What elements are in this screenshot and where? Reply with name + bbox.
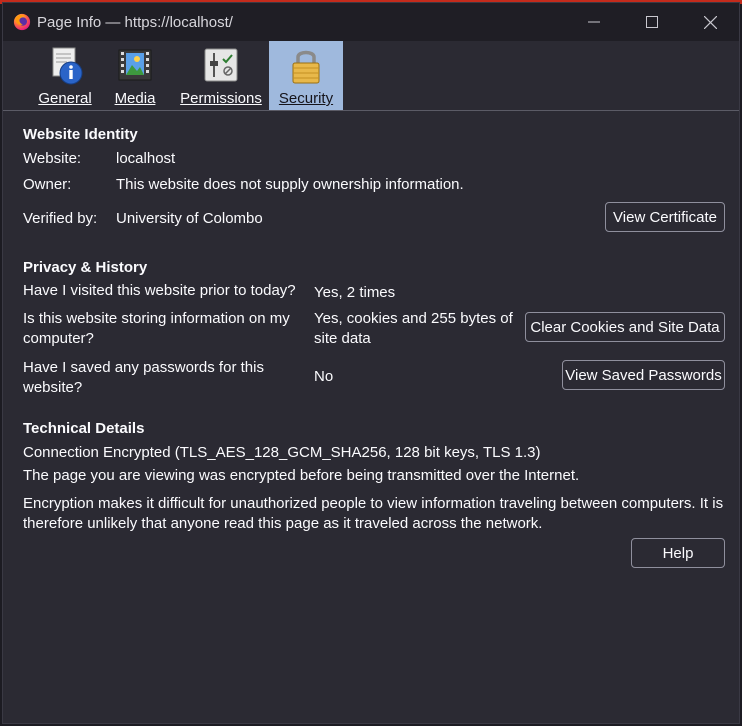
passwords-answer: No [314,368,334,385]
tab-security[interactable]: Security [269,41,343,110]
website-label: Website: [23,150,82,167]
tab-strip: General Media Permissions Security [3,41,739,110]
minimize-button[interactable] [565,3,623,41]
maximize-button[interactable] [623,3,681,41]
close-icon [703,15,717,29]
tab-media[interactable]: Media [111,41,159,110]
connection-details: Connection Encrypted (TLS_AES_128_GCM_SH… [23,444,541,461]
close-button[interactable] [681,3,739,41]
tab-permissions-label: Permissions [180,90,262,107]
storing-answer: Yes, cookies and 255 bytes of site data [314,310,513,347]
storing-question: Is this website storing information on m… [23,310,290,347]
media-icon [118,49,152,81]
minimize-icon [588,21,600,23]
page-info-window: Page Info — https://localhost/ General M… [2,2,740,724]
privacy-history-heading: Privacy & History [23,259,148,276]
view-certificate-button[interactable]: View Certificate [605,202,725,232]
tab-permissions[interactable]: Permissions [177,41,265,110]
owner-label: Owner: [23,176,72,193]
info-icon [52,47,83,85]
tab-media-label: Media [114,90,156,107]
clear-cookies-button[interactable]: Clear Cookies and Site Data [525,312,725,342]
passwords-question: Have I saved any passwords for this webs… [23,359,264,396]
visited-answer: Yes, 2 times [314,284,396,301]
website-value: localhost [116,150,176,167]
encryption-line-1: The page you are viewing was encrypted b… [23,467,580,484]
verified-by-value: University of Colombo [116,210,263,227]
padlock-icon [292,50,320,84]
tab-general[interactable]: General [33,41,97,110]
verified-by-label: Verified by: [23,210,98,227]
visited-question: Have I visited this website prior to tod… [23,282,296,299]
encryption-line-2: Encryption makes it difficult for unauth… [23,495,724,532]
permissions-icon [204,48,238,82]
website-identity-heading: Website Identity [23,126,138,143]
technical-details-heading: Technical Details [23,420,145,437]
security-panel: Website Identity Website: localhost Owne… [23,111,725,723]
help-button[interactable]: Help [631,538,725,568]
window-title: Page Info — https://localhost/ [37,13,233,31]
view-saved-passwords-button[interactable]: View Saved Passwords [562,360,725,390]
firefox-icon [13,13,31,31]
title-bar[interactable]: Page Info — https://localhost/ [3,3,739,41]
owner-value: This website does not supply ownership i… [116,176,464,193]
tab-security-label: Security [278,90,334,107]
tab-general-label: General [38,90,92,107]
maximize-icon [646,16,658,28]
